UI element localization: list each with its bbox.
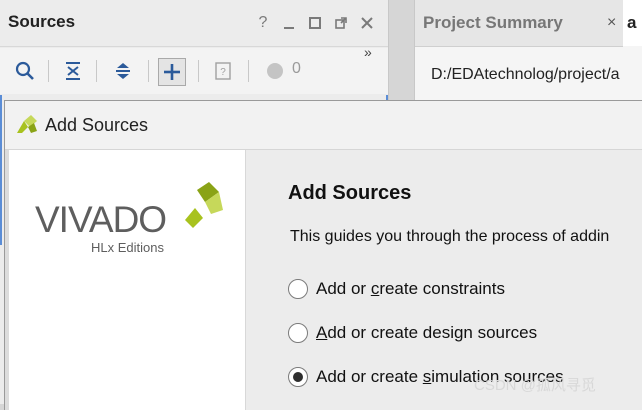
radio-simulation-sources[interactable]: [288, 367, 308, 387]
project-path: D:/EDAtechnolog/project/a: [431, 66, 620, 83]
option-constraints-label: Add or create constraints: [316, 279, 505, 298]
status-circle-icon: [262, 58, 288, 84]
close-icon[interactable]: [358, 14, 376, 32]
option-design-sources-label: Add or create design sources: [316, 323, 538, 342]
sources-toolbar: ? 0: [0, 48, 388, 94]
radio-design-sources[interactable]: [288, 323, 308, 343]
more-icon[interactable]: »: [364, 44, 372, 60]
left-strip: [5, 150, 9, 410]
dialog-left-pane: VIVADO HLx Editions: [5, 150, 246, 410]
add-sources-dialog: Add Sources VIVADO HLx Editions Add Sour…: [4, 100, 642, 410]
radio-constraints[interactable]: [288, 279, 308, 299]
properties-icon[interactable]: ?: [210, 58, 236, 84]
minimize-icon[interactable]: [280, 14, 298, 32]
expand-all-icon[interactable]: [110, 58, 136, 84]
sources-header: Sources ?: [0, 0, 388, 47]
radio-selected-dot: [293, 372, 303, 382]
tab-next[interactable]: a: [623, 0, 642, 46]
watermark: CSDN @孤风寻觅: [474, 377, 596, 394]
page-description: This guides you through the process of a…: [290, 228, 610, 245]
dialog-right-pane: Add Sources This guides you through the …: [246, 150, 642, 410]
page-heading: Add Sources: [288, 182, 412, 204]
tab-project-summary-label: Project Summary: [423, 13, 563, 32]
vivado-small-logo-icon: [15, 113, 39, 140]
collapse-all-icon[interactable]: [60, 58, 86, 84]
svg-text:VIVADO: VIVADO: [35, 199, 166, 240]
tab-project-summary[interactable]: Project Summary ×: [415, 0, 623, 47]
option-constraints[interactable]: Add or create constraints: [288, 279, 505, 299]
svg-text:HLx Editions: HLx Editions: [91, 240, 164, 255]
vivado-logo: VIVADO HLx Editions: [35, 180, 225, 265]
tab-next-label: a: [627, 13, 637, 32]
add-icon[interactable]: [158, 58, 186, 86]
sources-title: Sources: [8, 12, 76, 31]
svg-text:?: ?: [220, 67, 226, 78]
search-icon[interactable]: [12, 58, 38, 84]
help-icon[interactable]: ?: [254, 14, 272, 32]
option-design-sources[interactable]: Add or create design sources: [288, 323, 537, 343]
maximize-icon[interactable]: [306, 14, 324, 32]
sources-count: 0: [292, 60, 301, 77]
dialog-titlebar[interactable]: Add Sources: [5, 101, 642, 150]
float-icon[interactable]: [332, 14, 350, 32]
close-icon[interactable]: ×: [607, 14, 616, 32]
dialog-title: Add Sources: [45, 115, 149, 135]
